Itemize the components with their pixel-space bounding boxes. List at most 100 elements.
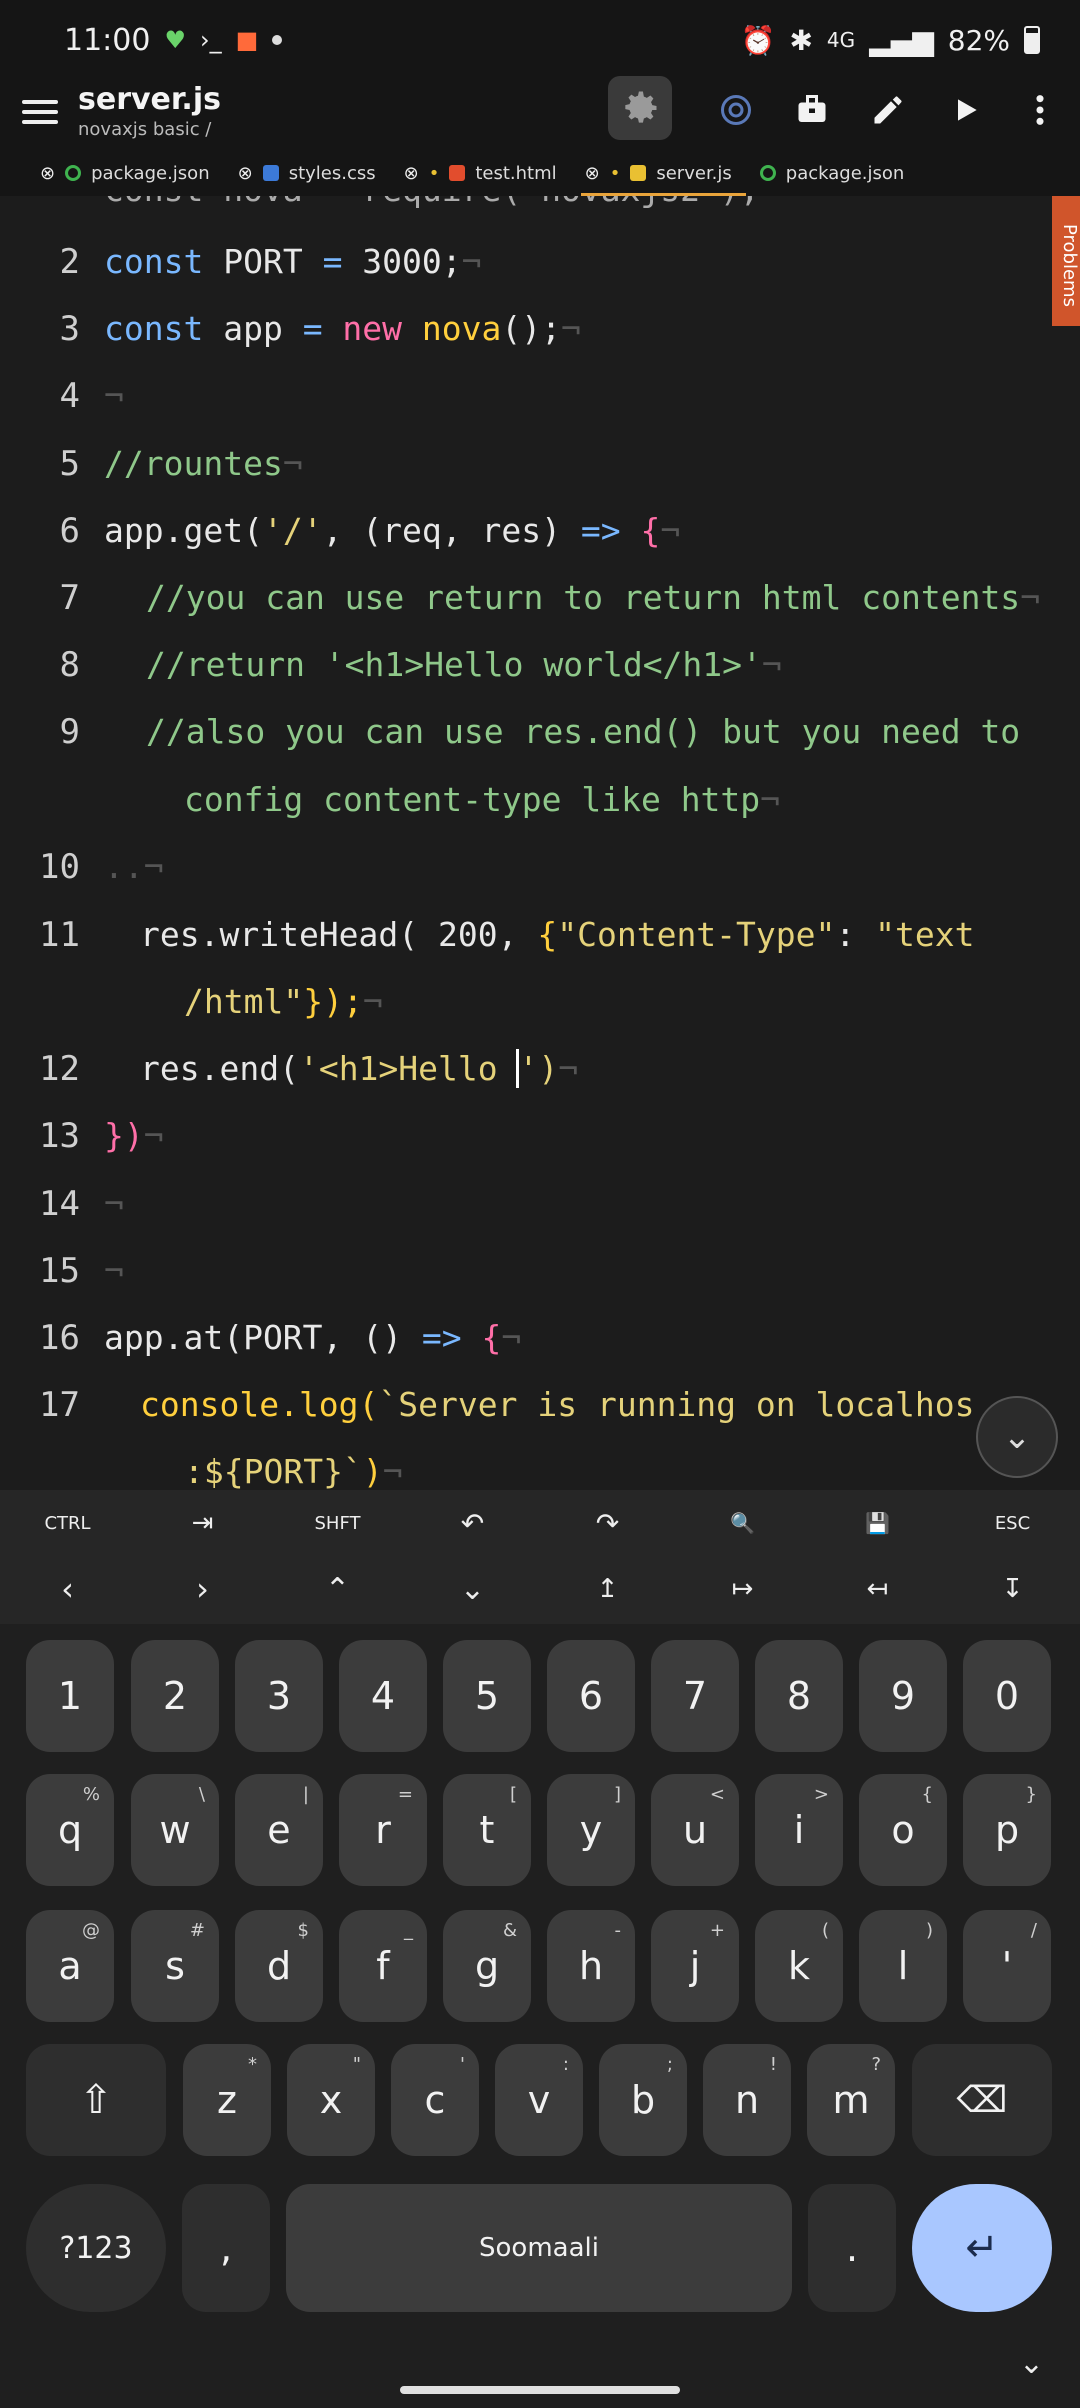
key-apostrophe[interactable]: ' /: [963, 1910, 1051, 2022]
key-9[interactable]: 9: [859, 1640, 947, 1752]
key-o[interactable]: o{: [859, 1774, 947, 1886]
key-d[interactable]: d $: [235, 1910, 323, 2022]
line-end-key[interactable]: ↦: [675, 1556, 810, 1622]
menu-icon[interactable]: [20, 92, 60, 132]
code-line-17: console.log(`Server is running on localh…: [140, 1385, 975, 1424]
tab-server-js[interactable]: ⊗ • server.js: [571, 150, 746, 196]
key-f[interactable]: f _: [339, 1910, 427, 2022]
shift-key[interactable]: SHFT: [270, 1490, 405, 1556]
tab-styles-css[interactable]: ⊗ styles.css: [224, 150, 390, 196]
search-icon[interactable]: 🔍: [675, 1490, 810, 1556]
key-s[interactable]: s #: [131, 1910, 219, 2022]
key-w[interactable]: w \: [131, 1774, 219, 1886]
key-v[interactable]: v:: [495, 2044, 583, 2156]
key-5[interactable]: 5: [443, 1640, 531, 1752]
key-c[interactable]: c ': [391, 2044, 479, 2156]
close-tab-icon[interactable]: ⊗: [40, 163, 55, 184]
arrow-right-key[interactable]: ›: [135, 1556, 270, 1622]
code-line-7: //you can use return to return html cont…: [146, 578, 1041, 617]
redo-key[interactable]: ↷: [540, 1490, 675, 1556]
code-line-14: ¬: [104, 1184, 124, 1223]
run-play-icon[interactable]: [942, 86, 990, 134]
key-p[interactable]: p}: [963, 1774, 1051, 1886]
key-x[interactable]: x ": [287, 2044, 375, 2156]
home-gesture-handle[interactable]: [400, 2386, 680, 2394]
code-editor[interactable]: const nova = require('novaxjs2'); 2 cons…: [0, 196, 1080, 1490]
symbols-key[interactable]: ?123: [26, 2184, 166, 2312]
ctrl-key[interactable]: CTRL: [0, 1490, 135, 1556]
tab-test-html[interactable]: ⊗ • test.html: [390, 150, 571, 196]
problems-panel-tab[interactable]: Problems: [1052, 196, 1080, 326]
key-2[interactable]: 2: [131, 1640, 219, 1752]
settings-gear-icon[interactable]: [608, 76, 672, 140]
status-bar: 11:00 ♥ ›_ ■ ⏰ ✱ 4G ▂▄▆ 82%: [0, 0, 1080, 80]
code-line-13: })¬: [104, 1116, 164, 1155]
arrow-down-key[interactable]: ⌄: [405, 1556, 540, 1622]
key-g[interactable]: g &: [443, 1910, 531, 2022]
key-3[interactable]: 3: [235, 1640, 323, 1752]
file-title-block: server.js novaxjs basic /: [78, 82, 221, 140]
key-1[interactable]: 1: [26, 1640, 114, 1752]
tab-key[interactable]: ⇥: [135, 1490, 270, 1556]
tab-package-json-2[interactable]: package.json: [746, 150, 919, 196]
page-down-key[interactable]: ↧: [945, 1556, 1080, 1622]
line-number: 4: [59, 376, 80, 416]
tab-package-json[interactable]: ⊗ package.json: [0, 150, 224, 196]
backspace-key[interactable]: ⌫: [912, 2044, 1052, 2156]
css-file-icon: [262, 165, 279, 181]
enter-arrow-icon: ↵: [965, 2225, 999, 2271]
toolbox-icon[interactable]: [788, 86, 836, 134]
key-n[interactable]: n!: [703, 2044, 791, 2156]
key-k[interactable]: k(: [755, 1910, 843, 2022]
undo-key[interactable]: ↶: [405, 1490, 540, 1556]
key-6[interactable]: 6: [547, 1640, 635, 1752]
key-0[interactable]: 0: [963, 1640, 1051, 1752]
line-number: 9: [59, 712, 80, 752]
line-number: 8: [59, 645, 80, 685]
arrow-up-key[interactable]: ⌃: [270, 1556, 405, 1622]
ai-assistant-icon[interactable]: [712, 86, 760, 134]
key-7[interactable]: 7: [651, 1640, 739, 1752]
unsaved-dot-icon: •: [428, 162, 440, 184]
close-tab-icon[interactable]: ⊗: [585, 163, 600, 184]
key-l[interactable]: l): [859, 1910, 947, 2022]
json-file-icon: [65, 165, 82, 181]
period-key[interactable]: .: [808, 2184, 896, 2312]
key-r[interactable]: r =: [339, 1774, 427, 1886]
key-4[interactable]: 4: [339, 1640, 427, 1752]
esc-key[interactable]: ESC: [945, 1490, 1080, 1556]
key-m[interactable]: m?: [807, 2044, 895, 2156]
key-i[interactable]: i >: [755, 1774, 843, 1886]
key-a[interactable]: a @: [26, 1910, 114, 2022]
code-line-1-partial: const nova = require('novaxjs2');: [104, 196, 760, 209]
edit-pencil-icon[interactable]: [864, 86, 912, 134]
key-8[interactable]: 8: [755, 1640, 843, 1752]
key-h[interactable]: h-: [547, 1910, 635, 2022]
code-line-8: //return '<h1>Hello world</h1>'¬: [146, 645, 782, 684]
code-line-16: app.at(PORT, () => {¬: [104, 1318, 522, 1357]
key-z[interactable]: z *: [183, 2044, 271, 2156]
enter-key[interactable]: ↵: [912, 2184, 1052, 2312]
save-icon[interactable]: 💾: [810, 1490, 945, 1556]
line-start-key[interactable]: ↤: [810, 1556, 945, 1622]
hide-keyboard-chevron-icon[interactable]: ⌄: [1019, 2346, 1044, 2381]
key-j[interactable]: j +: [651, 1910, 739, 2022]
key-q[interactable]: q%: [26, 1774, 114, 1886]
key-u[interactable]: u <: [651, 1774, 739, 1886]
arrow-left-key[interactable]: ‹: [0, 1556, 135, 1622]
comma-key[interactable]: ,: [182, 2184, 270, 2312]
space-key[interactable]: Soomaali: [286, 2184, 792, 2312]
close-tab-icon[interactable]: ⊗: [404, 163, 419, 184]
shift-key[interactable]: ⇧: [26, 2044, 166, 2156]
key-t[interactable]: t[: [443, 1774, 531, 1886]
more-vert-icon[interactable]: [1016, 86, 1064, 134]
extra-keys-bar: CTRL ⇥ SHFT ↶ ↷ 🔍 💾 ESC ‹ › ⌃ ⌄ ↥ ↦ ↤ ↧: [0, 1490, 1080, 1624]
scroll-down-button[interactable]: ⌄: [976, 1396, 1058, 1478]
key-b[interactable]: b;: [599, 2044, 687, 2156]
page-up-key[interactable]: ↥: [540, 1556, 675, 1622]
line-number: 3: [59, 309, 80, 349]
chevron-down-icon: ⌄: [1002, 1417, 1032, 1457]
key-y[interactable]: y]: [547, 1774, 635, 1886]
close-tab-icon[interactable]: ⊗: [238, 163, 253, 184]
key-e[interactable]: e |: [235, 1774, 323, 1886]
